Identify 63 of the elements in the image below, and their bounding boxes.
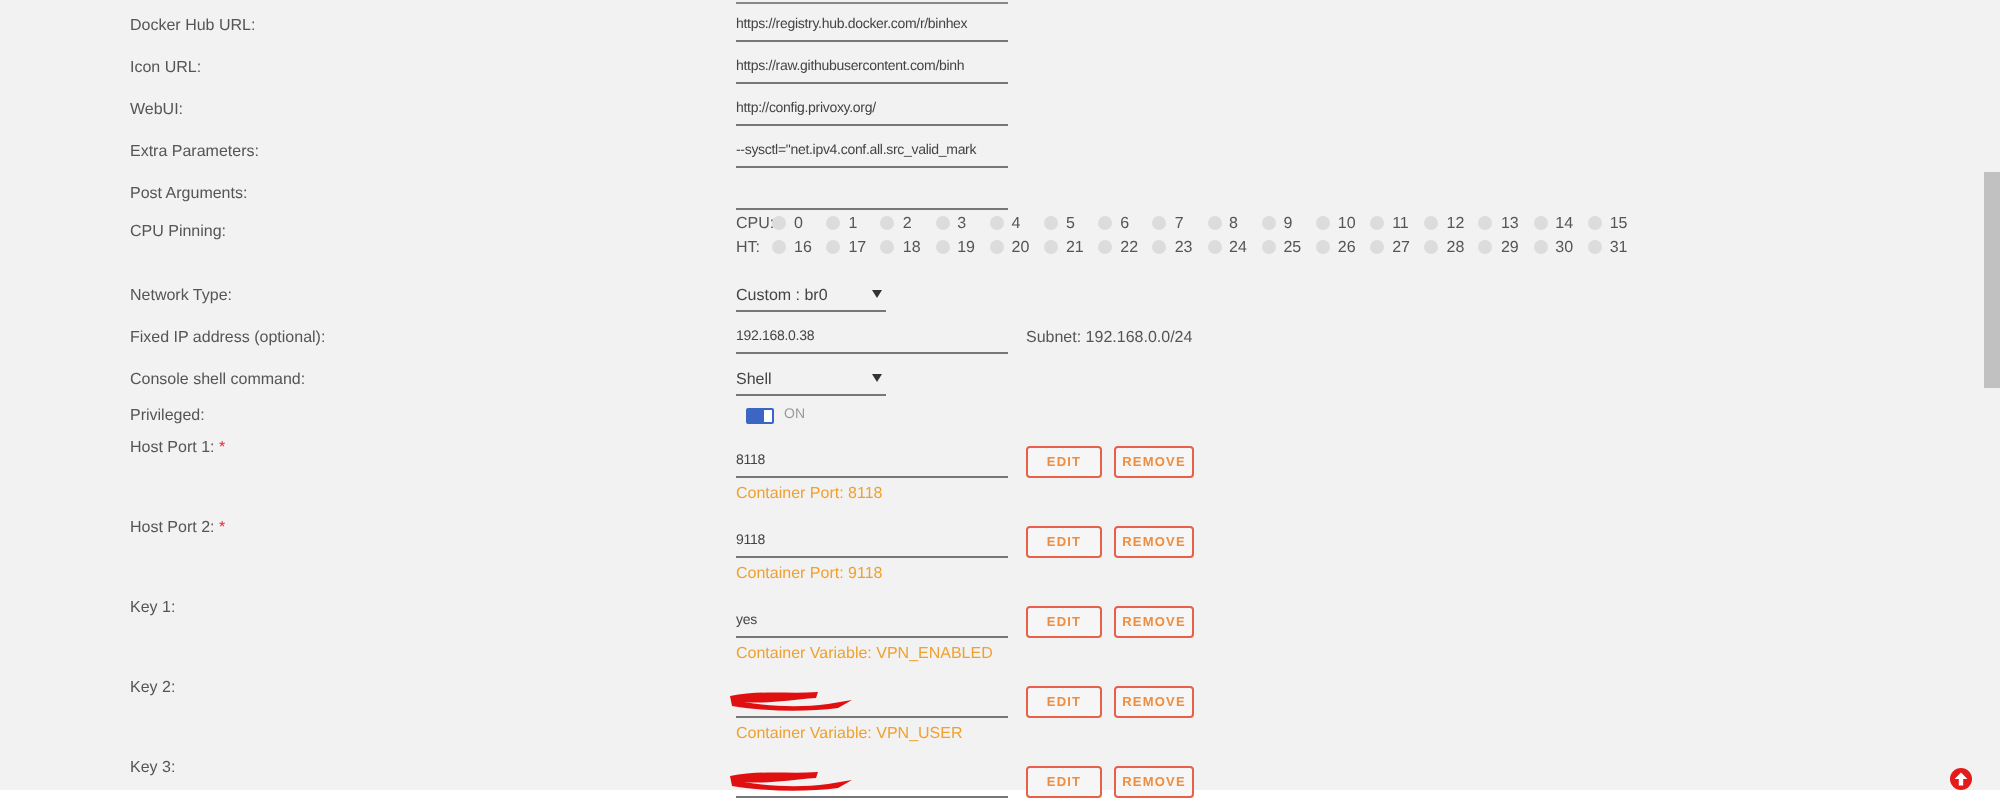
- cpu-checkbox[interactable]: 8: [1207, 214, 1262, 232]
- cpu-checkbox[interactable]: 10: [1315, 214, 1371, 232]
- field-label: Key 3:: [130, 756, 176, 776]
- field-description: Container Port: 9118: [736, 564, 885, 582]
- cpu-checkbox[interactable]: 0: [772, 214, 827, 232]
- cpu-checkbox[interactable]: 1: [826, 214, 881, 232]
- field-label: Docker Hub URL:: [130, 16, 256, 34]
- field-label: Privileged:: [130, 406, 205, 424]
- cpu-checkbox[interactable]: 15: [1587, 214, 1642, 232]
- cpu-checkbox[interactable]: 27: [1370, 238, 1425, 256]
- cpu-checkbox[interactable]: 13: [1478, 214, 1534, 232]
- field-label: WebUI:: [130, 100, 184, 118]
- toggle-switch[interactable]: [746, 407, 774, 423]
- cpu-checkbox[interactable]: 9: [1261, 214, 1316, 232]
- cpu-checkbox[interactable]: 30: [1533, 238, 1588, 256]
- cpu-checkbox[interactable]: 11: [1370, 214, 1425, 232]
- cpu-group-label: CPU:: [736, 214, 772, 232]
- field-label: Key 1:: [130, 596, 176, 616]
- cpu-checkbox[interactable]: 29: [1478, 238, 1534, 256]
- text-field[interactable]: [736, 686, 1008, 718]
- cpu-checkbox[interactable]: 14: [1533, 214, 1588, 232]
- field-label: Console shell command:: [130, 370, 306, 388]
- text-field[interactable]: [736, 766, 1008, 798]
- cpu-checkbox[interactable]: 23: [1152, 238, 1207, 256]
- field-label: Icon URL:: [130, 58, 202, 76]
- cpu-checkbox[interactable]: 25: [1261, 238, 1316, 256]
- field-label: Fixed IP address (optional):: [130, 328, 326, 346]
- cpu-checkbox[interactable]: 28: [1424, 238, 1479, 256]
- cpu-checkbox[interactable]: 16: [772, 238, 827, 256]
- cpu-checkbox[interactable]: 26: [1315, 238, 1371, 256]
- cpu-checkbox[interactable]: 7: [1152, 214, 1207, 232]
- cpu-checkbox[interactable]: 17: [826, 238, 881, 256]
- cpu-checkbox[interactable]: 20: [989, 238, 1044, 256]
- field-label: Post Arguments:: [130, 184, 248, 202]
- cpu-checkbox[interactable]: 12: [1424, 214, 1479, 232]
- cpu-checkbox[interactable]: 24: [1207, 238, 1262, 256]
- field-label: Key 2:: [130, 676, 176, 696]
- field-label: Host Port 2: *: [130, 516, 226, 536]
- cpu-checkbox[interactable]: 19: [935, 238, 990, 256]
- caret-icon: [872, 374, 882, 382]
- cpu-checkbox[interactable]: 21: [1043, 238, 1099, 256]
- subnet-note: Subnet: 192.168.0.0/24: [1026, 328, 1193, 346]
- cpu-checkbox[interactable]: 18: [880, 238, 936, 256]
- cpu-checkbox[interactable]: 2: [880, 214, 936, 232]
- cpu-checkbox[interactable]: 31: [1587, 238, 1642, 256]
- field-label: Host Port 1: *: [130, 436, 226, 456]
- field-description: Container Variable: VPN_USER: [736, 724, 965, 742]
- cpu-checkbox[interactable]: 4: [989, 214, 1044, 232]
- field-description: Container Port: 8118: [736, 484, 885, 502]
- cpu-checkbox[interactable]: 6: [1098, 214, 1153, 232]
- dropdown[interactable]: Custom : br0: [736, 279, 886, 311]
- cpu-checkbox[interactable]: 22: [1098, 238, 1153, 256]
- scroll-up-icon[interactable]: [1950, 768, 1972, 790]
- dropdown[interactable]: Shell: [736, 363, 886, 395]
- cpu-checkbox[interactable]: 3: [935, 214, 990, 232]
- field-description: Container Variable: VPN_ENABLED: [736, 644, 995, 662]
- field-label: Network Type:: [130, 286, 232, 304]
- cpu-checkbox[interactable]: 5: [1043, 214, 1099, 232]
- field-label: Extra Parameters:: [130, 142, 259, 160]
- field-label: CPU Pinning:: [130, 220, 227, 240]
- cpu-group-label: HT:: [736, 238, 762, 256]
- scrollbar[interactable]: [1984, 172, 2000, 388]
- caret-icon: [872, 290, 882, 298]
